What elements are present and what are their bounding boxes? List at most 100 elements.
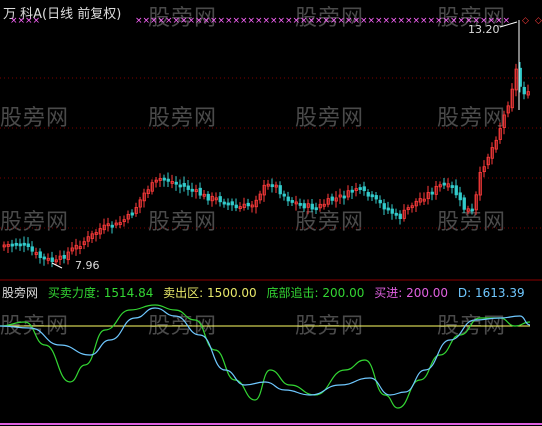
signal-marker: × xyxy=(33,16,41,26)
candle-body xyxy=(182,183,186,187)
candle-body xyxy=(290,200,294,203)
candle-body xyxy=(230,201,234,206)
signal-marker: × xyxy=(390,16,398,26)
signal-marker: × xyxy=(278,16,286,26)
candle-body xyxy=(450,185,454,188)
candle-body xyxy=(166,178,170,182)
signal-marker: × xyxy=(443,16,451,26)
signal-marker: ◇ xyxy=(535,16,542,26)
signal-marker: × xyxy=(210,16,218,26)
signal-marker: × xyxy=(405,16,413,26)
candle-body xyxy=(286,196,290,202)
price-chart[interactable]: × × × × × × × × × × × × × × × × × × × × × × × × × × × × × × × × × × × × × × × ×… xyxy=(0,0,542,426)
candle-body xyxy=(130,212,134,216)
candle-body xyxy=(398,213,402,219)
signal-marker: × xyxy=(315,16,323,26)
candle-body xyxy=(442,182,446,186)
candle-body xyxy=(14,242,18,246)
legend-force-value: 1514.84 xyxy=(103,286,154,300)
signal-marker: × xyxy=(188,16,196,26)
signal-marker: ◇ xyxy=(522,16,529,26)
signal-marker: × xyxy=(225,16,233,26)
candle-body xyxy=(470,208,474,212)
signal-marker: × xyxy=(353,16,361,26)
candle-body xyxy=(302,203,306,209)
candle-body xyxy=(366,192,370,197)
signal-marker: × xyxy=(150,16,158,26)
signal-marker: × xyxy=(330,16,338,26)
signal-marker: × xyxy=(195,16,203,26)
candle-body xyxy=(462,197,466,210)
legend-d-value: 1613.39 xyxy=(475,286,525,300)
candle-body xyxy=(22,242,26,246)
d-line xyxy=(0,307,531,396)
signal-marker: × xyxy=(240,16,248,26)
legend-sell-zone-label: 卖出区: xyxy=(163,286,204,300)
signal-marker: × xyxy=(263,16,271,26)
candle-body xyxy=(282,193,286,197)
signal-marker: × xyxy=(18,16,26,26)
candle-body xyxy=(174,181,178,185)
candle-body xyxy=(298,202,302,206)
signal-marker: × xyxy=(420,16,428,26)
candle-body xyxy=(38,251,42,258)
candle-body xyxy=(314,207,318,211)
signal-marker: × xyxy=(25,16,33,26)
candle-body xyxy=(18,243,22,247)
legend-buy-value: 200.00 xyxy=(406,286,449,300)
candle-body xyxy=(390,208,394,214)
candle-body xyxy=(270,184,274,188)
candle-body xyxy=(362,186,366,192)
signal-marker: × xyxy=(10,16,18,26)
signal-marker: × xyxy=(308,16,316,26)
legend-sell-zone: 卖出区: 1500.00 xyxy=(163,286,257,300)
legend-bottom: 底部追击: 200.00 xyxy=(267,286,365,300)
candle-body xyxy=(370,194,374,198)
price-high-label: 13.20 xyxy=(468,23,500,36)
candle-body xyxy=(430,191,434,195)
candle-body xyxy=(382,203,386,210)
legend-force-label: 买卖力度: xyxy=(47,286,100,300)
candle-body xyxy=(190,188,194,192)
signal-marker: × xyxy=(458,16,466,26)
candle-body xyxy=(350,189,354,193)
signal-marker: × xyxy=(173,16,181,26)
signal-marker: × xyxy=(270,16,278,26)
signal-marker: × xyxy=(398,16,406,26)
candle-body xyxy=(386,207,390,211)
candle-body xyxy=(10,243,14,247)
price-low-label: 7.96 xyxy=(75,259,100,272)
signal-marker: × xyxy=(165,16,173,26)
legend-d: D: 1613.39 xyxy=(458,286,525,300)
force-line xyxy=(0,304,531,409)
signal-marker: × xyxy=(143,16,151,26)
indicator-name: 股旁网 xyxy=(2,286,39,300)
signal-marker: × xyxy=(435,16,443,26)
candle-body xyxy=(206,193,210,201)
signal-marker: × xyxy=(233,16,241,26)
candle-body xyxy=(62,254,66,259)
candle-body xyxy=(374,195,378,200)
candle-body xyxy=(110,224,114,228)
signal-marker: × xyxy=(203,16,211,26)
signal-marker: × xyxy=(450,16,458,26)
candle-body xyxy=(26,243,30,248)
signal-marker: × xyxy=(428,16,436,26)
signal-marker: × xyxy=(375,16,383,26)
signal-marker: × xyxy=(383,16,391,26)
signal-marker: × xyxy=(300,16,308,26)
candle-body xyxy=(246,202,250,207)
legend-bottom-label: 底部追击: xyxy=(266,286,319,300)
candle-body xyxy=(458,192,462,201)
signal-marker: × xyxy=(180,16,188,26)
legend-buy-label: 买进: xyxy=(374,286,403,300)
signal-marker: × xyxy=(345,16,353,26)
candle-body xyxy=(378,199,382,204)
candle-body xyxy=(186,185,190,190)
candle-body xyxy=(330,196,334,201)
signal-marker: × xyxy=(293,16,301,26)
candle-body xyxy=(178,184,182,188)
candle-body xyxy=(42,256,46,260)
indicator-legend: 股旁网 买卖力度: 1514.84 卖出区: 1500.00 底部追击: 200… xyxy=(2,284,531,301)
candle-body xyxy=(310,203,314,210)
